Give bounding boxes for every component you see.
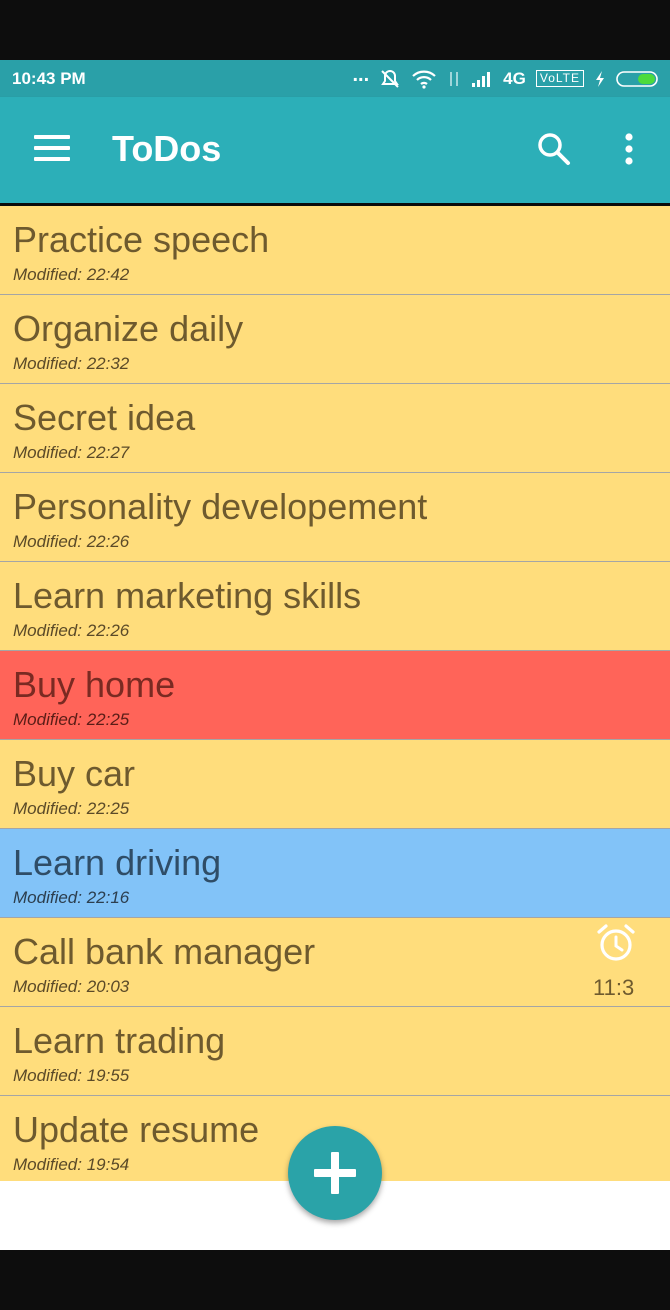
menu-button[interactable] bbox=[34, 135, 70, 163]
signal-icon bbox=[471, 70, 493, 88]
search-icon bbox=[538, 133, 570, 165]
todo-modified: Modified: 22:25 bbox=[13, 799, 130, 818]
todo-item[interactable]: Buy home Modified: 22:25 bbox=[0, 651, 670, 740]
todo-title: Secret idea bbox=[13, 397, 196, 438]
menu-icon bbox=[34, 135, 70, 139]
todo-title: Learn marketing skills bbox=[13, 575, 362, 616]
status-time: 10:43 PM bbox=[12, 68, 86, 88]
todo-title: Buy home bbox=[13, 664, 176, 705]
todo-modified: Modified: 19:54 bbox=[13, 1155, 130, 1174]
status-icons: ... 4G VoLTE bbox=[352, 63, 661, 90]
wifi-icon bbox=[411, 69, 437, 89]
volte-badge: VoLTE bbox=[535, 70, 584, 87]
todo-title: Personality developement bbox=[13, 486, 428, 527]
todo-modified: Modified: 22:42 bbox=[13, 265, 130, 284]
more-notifications-icon: ... bbox=[352, 63, 370, 86]
todo-modified: Modified: 22:27 bbox=[13, 443, 130, 462]
alarm-time: 11:3 bbox=[593, 975, 635, 1000]
menu-icon-line bbox=[34, 157, 70, 161]
todo-title: Organize daily bbox=[13, 308, 244, 349]
todo-title: Learn driving bbox=[13, 842, 222, 883]
status-bar: 10:43 PM ... 4G VoLTE bbox=[0, 60, 670, 97]
todo-item[interactable]: Practice speech Modified: 22:42 bbox=[0, 206, 670, 295]
more-vert-icon bbox=[625, 133, 633, 165]
todo-title: Update resume bbox=[13, 1109, 260, 1150]
todo-item[interactable]: Personality developement Modified: 22:26 bbox=[0, 473, 670, 562]
plus-icon bbox=[314, 1152, 356, 1194]
app-title: ToDos bbox=[112, 128, 222, 169]
charging-icon bbox=[594, 70, 606, 88]
battery-icon bbox=[616, 70, 660, 88]
todo-modified: Modified: 19:55 bbox=[13, 1066, 130, 1085]
add-todo-button[interactable] bbox=[288, 1126, 382, 1220]
network-type: 4G bbox=[503, 68, 526, 88]
todo-title: Learn trading bbox=[13, 1020, 226, 1061]
todo-modified: Modified: 20:03 bbox=[13, 977, 130, 996]
more-options-button[interactable] bbox=[620, 131, 638, 167]
todo-item[interactable]: Learn trading Modified: 19:55 bbox=[0, 1007, 670, 1096]
todo-modified: Modified: 22:16 bbox=[13, 888, 130, 907]
alarm-clock-icon bbox=[597, 924, 635, 961]
todo-title: Practice speech bbox=[13, 219, 270, 260]
search-button[interactable] bbox=[536, 131, 572, 167]
mute-icon bbox=[379, 68, 401, 90]
todo-item[interactable]: Organize daily Modified: 22:32 bbox=[0, 295, 670, 384]
menu-icon-line bbox=[34, 146, 70, 150]
app-bar: ToDos bbox=[0, 97, 670, 203]
todo-modified: Modified: 22:26 bbox=[13, 532, 130, 551]
todo-list: Practice speech Modified: 22:42 Organize… bbox=[0, 206, 670, 1181]
todo-modified: Modified: 22:26 bbox=[13, 621, 130, 640]
todo-item[interactable]: Learn marketing skills Modified: 22:26 bbox=[0, 562, 670, 651]
todo-modified: Modified: 22:25 bbox=[13, 710, 130, 729]
todo-item[interactable]: Secret idea Modified: 22:27 bbox=[0, 384, 670, 473]
todo-item[interactable]: Learn driving Modified: 22:16 bbox=[0, 829, 670, 918]
todo-item[interactable]: Buy car Modified: 22:25 bbox=[0, 740, 670, 829]
todo-title: Call bank manager bbox=[13, 931, 316, 972]
data-arrows-icon bbox=[447, 69, 461, 89]
todo-item[interactable]: Call bank manager Modified: 20:03 11:3 bbox=[0, 918, 670, 1007]
todo-title: Buy car bbox=[13, 753, 136, 794]
todo-modified: Modified: 22:32 bbox=[13, 354, 130, 373]
